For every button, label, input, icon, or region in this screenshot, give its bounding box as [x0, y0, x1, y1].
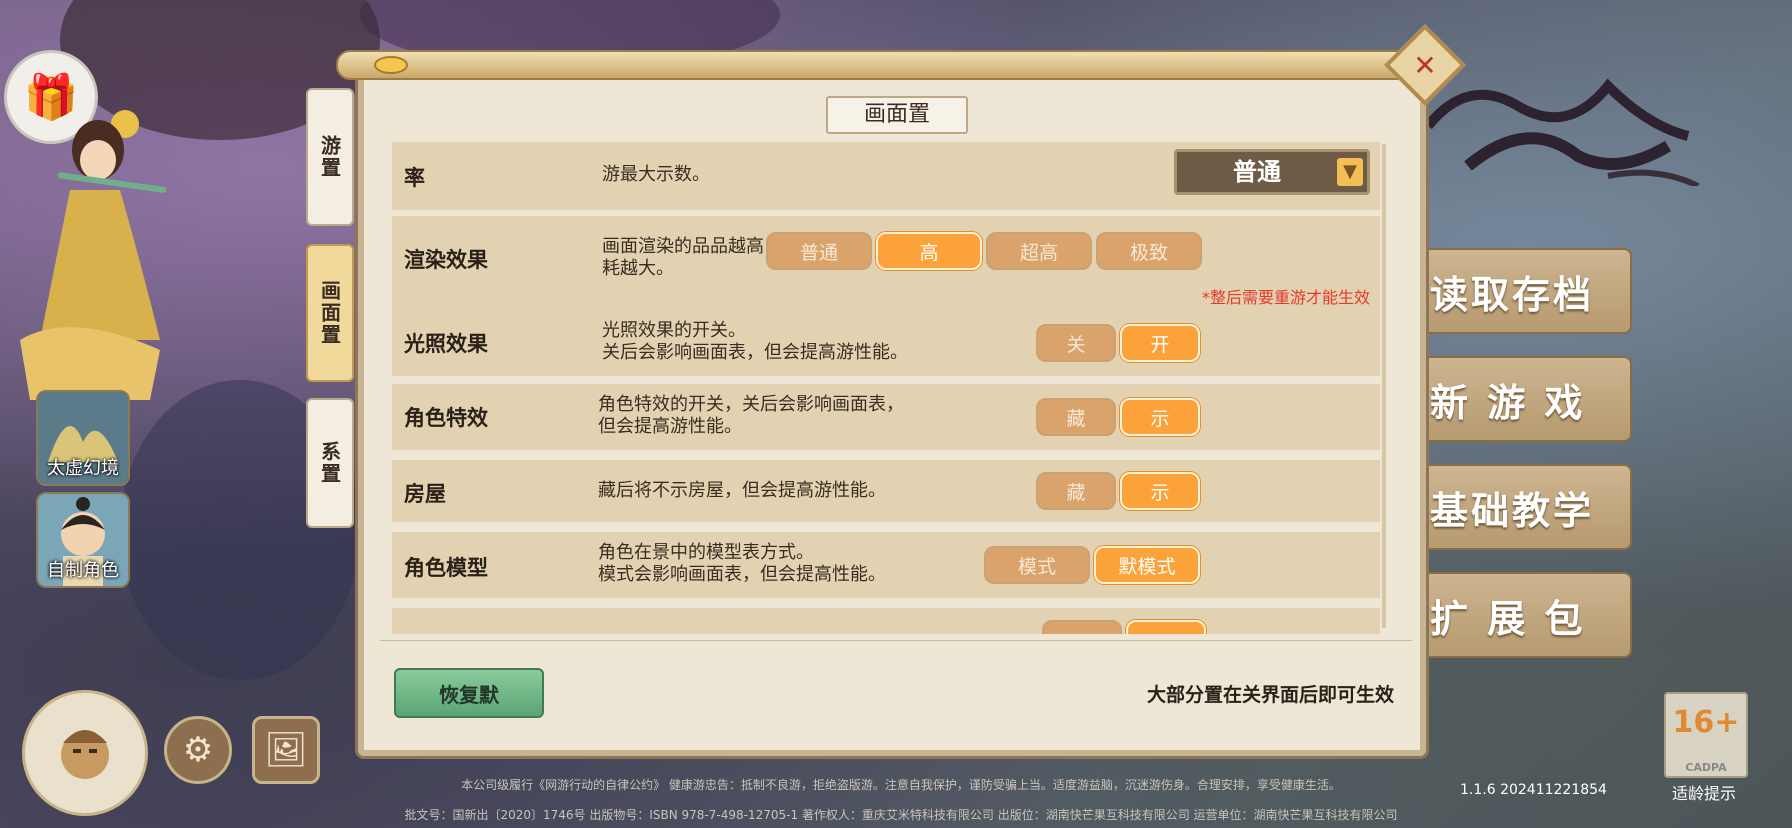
setting-desc: 角色特效的开关，关后会影响画面表， 但会提高游性能。	[598, 394, 904, 437]
partial-option-right[interactable]	[1126, 620, 1206, 634]
avatar-face-icon	[61, 730, 109, 779]
footer-divider	[380, 640, 1412, 641]
age-tip-label: 适龄提示	[1671, 784, 1736, 803]
houses-show-option[interactable]: 示	[1120, 472, 1200, 510]
setting-row-partial	[392, 608, 1380, 634]
render-option-high[interactable]: 高	[876, 232, 982, 270]
flute-girl-character	[20, 110, 167, 400]
render-option-normal[interactable]: 普通	[766, 232, 872, 270]
setting-name: 角色模型	[404, 556, 488, 580]
tab-system-settings[interactable]: 系置	[306, 398, 354, 528]
tutorial-button[interactable]: 基础教学	[1410, 464, 1632, 550]
expansion-pack-button[interactable]: 扩 展 包	[1410, 572, 1632, 658]
setting-row-framerate: 率 游最大示数。 普通 ▼	[392, 142, 1380, 210]
setting-row-character-effects: 角色特效 角色特效的开关，关后会影响画面表， 但会提高游性能。 藏 示	[392, 384, 1380, 450]
render-option-max[interactable]: 极致	[1096, 232, 1202, 270]
settings-gear-icon[interactable]: ⚙	[164, 716, 232, 784]
setting-name: 光照效果	[404, 332, 488, 356]
lighting-on-option[interactable]: 开	[1120, 324, 1200, 362]
setting-name: 率	[404, 166, 425, 190]
age-rating-label: 16+	[1672, 705, 1740, 740]
avatar-menu-button[interactable]	[22, 690, 148, 816]
game-logo	[1408, 66, 1708, 189]
apply-hint: 大部分置在关界面后即可生效	[1146, 684, 1394, 706]
custom-character-label: 自制角色	[47, 560, 119, 581]
panel-title: 画面置	[826, 96, 968, 134]
setting-desc: 光照效果的开关。 关后会影响画面表，但会提高游性能。	[602, 320, 908, 363]
new-game-button[interactable]: 新 游 戏	[1410, 356, 1632, 442]
settings-scrollbar[interactable]	[1382, 144, 1386, 628]
model-default-option[interactable]: 默模式	[1094, 546, 1200, 584]
dropdown-value: 普通	[1233, 158, 1281, 186]
restore-default-button[interactable]: 恢复默	[394, 668, 544, 718]
setting-desc: 角色在景中的模型表方式。 模式会影响画面表，但会提高性能。	[598, 542, 886, 585]
effects-hide-option[interactable]: 藏	[1036, 398, 1116, 436]
partial-option-left[interactable]	[1042, 620, 1122, 634]
version-label: 1.1.6 202411221854	[1460, 782, 1607, 798]
gem-ornament	[374, 56, 408, 74]
illusion-realm-label: 太虚幻境	[47, 458, 119, 479]
tab-display-settings[interactable]: 画面置	[306, 244, 354, 382]
panel-top-bar	[336, 50, 1440, 80]
lighting-off-option[interactable]: 关	[1036, 324, 1116, 362]
gallery-image-icon[interactable]: 🖼	[252, 716, 320, 784]
tab-game-settings[interactable]: 游置	[306, 88, 354, 226]
setting-name: 房屋	[404, 482, 446, 506]
houses-hide-option[interactable]: 藏	[1036, 472, 1116, 510]
age-rating-badge[interactable]: 16+ CADPA 适龄提示	[1664, 692, 1748, 804]
cadpa-label: CADPA	[1685, 761, 1727, 774]
setting-row-character-model: 角色模型 角色在景中的模型表方式。 模式会影响画面表，但会提高性能。 模式 默模…	[392, 532, 1380, 598]
setting-name: 角色特效	[404, 406, 488, 430]
setting-row-houses: 房屋 藏后将不示房屋，但会提高游性能。 藏 示	[392, 460, 1380, 522]
setting-desc: 藏后将不示房屋，但会提高游性能。	[598, 480, 886, 501]
illusion-realm-button[interactable]: 太虚幻境	[36, 390, 130, 486]
load-save-button[interactable]: 读取存档	[1410, 248, 1632, 334]
effects-show-option[interactable]: 示	[1120, 398, 1200, 436]
restart-note: *整后需要重游才能生效	[1201, 288, 1370, 307]
footer-health-notice: 本公司级履行《网游行动的自律公约》 健康游忠告：抵制不良游，拒绝盗版游。注意自我…	[461, 778, 1341, 792]
render-option-ultra[interactable]: 超高	[986, 232, 1092, 270]
framerate-dropdown[interactable]: 普通 ▼	[1174, 149, 1370, 195]
model-simple-option[interactable]: 模式	[984, 546, 1090, 584]
setting-name: 渲染效果	[404, 248, 488, 272]
settings-list: 率 游最大示数。 普通 ▼ 渲染效果 画面渲染的品品越高，性能消耗越大。 普通 …	[392, 142, 1380, 634]
setting-row-lighting: 光照效果 光照效果的开关。 关后会影响画面表，但会提高游性能。 关 开	[392, 310, 1380, 376]
chevron-down-icon: ▼	[1337, 158, 1363, 186]
close-icon: ✕	[1413, 48, 1437, 82]
custom-character-button[interactable]: 自制角色	[36, 492, 130, 588]
setting-row-render: 渲染效果 画面渲染的品品越高，性能消耗越大。 普通 高 超高 极致 *整后需要重…	[392, 216, 1380, 318]
setting-desc: 游最大示数。	[602, 164, 710, 185]
footer-publication-info: 批文号：国新出〔2020〕1746号 出版物号：ISBN 978-7-498-1…	[404, 808, 1398, 822]
